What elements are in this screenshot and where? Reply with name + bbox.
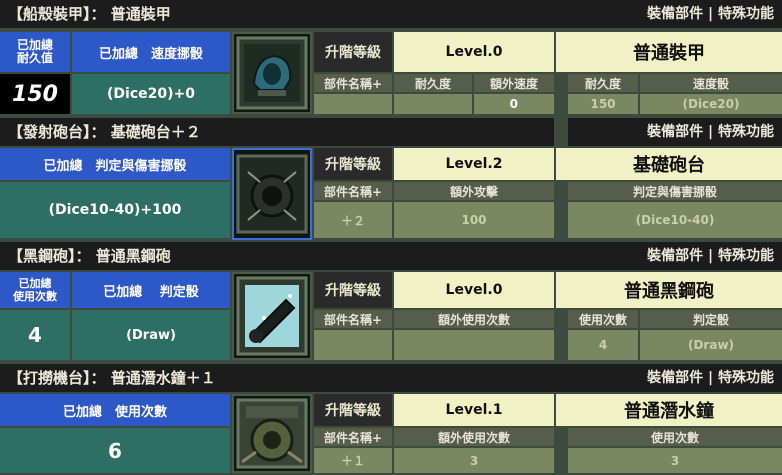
right-value-judge-dice: (Draw) [640, 330, 782, 360]
sub-value-extra-speed: 0 [474, 94, 554, 114]
sub-header-extra-speed: 額外速度 [474, 74, 554, 92]
part-name: 普通潛水鐘 [556, 394, 782, 426]
upgrade-label: 升階等級 [314, 272, 392, 308]
section-cannon-turret: 【發射砲台】： 基礎砲台＋２ 裝備部件 | 特殊功能 已加總 判定與傷害挪骰 (… [0, 118, 782, 242]
section-title: 【船殼裝甲】： 普通裝甲 [8, 5, 171, 23]
total-uses-label: 已加總 使用次數 [0, 394, 230, 426]
equipment-sheet: 【船殼裝甲】： 普通裝甲 裝備部件 | 特殊功能 已加總 耐久值 已加總 速度挪… [0, 0, 782, 475]
sub-header-extra-uses: 額外使用次數 [394, 310, 554, 328]
sub-header-part-name: 部件名稱+ [314, 310, 392, 328]
sub-value-part-name [314, 94, 392, 114]
upgrade-label: 升階等級 [314, 148, 392, 180]
section-header: 【發射砲台】： 基礎砲台＋２ 裝備部件 | 特殊功能 [0, 118, 782, 146]
total-speed-value: (Dice20)+0 [72, 74, 230, 114]
equipment-special-link[interactable]: 裝備部件 | 特殊功能 [647, 369, 774, 387]
right-header-uses: 使用次數 [568, 310, 638, 328]
total-uses-label: 已加總 使用次數 [0, 272, 70, 308]
part-name: 普通裝甲 [556, 32, 782, 72]
hull-armor-icon[interactable] [232, 32, 312, 114]
total-uses-value: 4 [0, 310, 70, 360]
level-value: Level.2 [394, 148, 554, 180]
right-value-durability: 150 [568, 94, 638, 114]
upgrade-label: 升階等級 [314, 32, 392, 72]
right-value-uses: 4 [568, 330, 638, 360]
total-durability-label: 已加總 耐久值 [0, 32, 70, 72]
total-durability-value: 150 [0, 74, 70, 114]
cannon-turret-icon-art [236, 154, 308, 234]
black-steel-cannon-icon-art [236, 276, 308, 356]
right-header-uses: 使用次數 [568, 428, 782, 446]
diving-bell-icon[interactable] [232, 394, 312, 473]
total-judge-dice-label: 已加總 判定骰 [72, 272, 230, 308]
total-judge-dice-value: (Draw) [72, 310, 230, 360]
equipment-special-link[interactable]: 裝備部件 | 特殊功能 [647, 247, 774, 265]
total-hit-damage-value: (Dice10-40)+100 [0, 182, 230, 238]
level-value: Level.0 [394, 32, 554, 72]
black-steel-cannon-icon[interactable] [232, 272, 312, 360]
sub-value-extra-attack: 100 [394, 202, 554, 238]
sub-value-part-name [314, 330, 392, 360]
right-value-uses: 3 [568, 448, 782, 473]
section-black-steel-cannon: 【黑鋼砲】： 普通黑鋼砲 裝備部件 | 特殊功能 已加總 使用次數 已加總 判定… [0, 242, 782, 364]
right-value-hit-damage: (Dice10-40) [568, 202, 782, 238]
sub-value-extra-uses [394, 330, 554, 360]
sub-header-durability: 耐久度 [394, 74, 472, 92]
section-title: 【打撈機台】： 普通潛水鐘＋１ [8, 369, 216, 387]
upgrade-label: 升階等級 [314, 394, 392, 426]
section-hull-armor: 【船殼裝甲】： 普通裝甲 裝備部件 | 特殊功能 已加總 耐久值 已加總 速度挪… [0, 0, 782, 118]
sub-header-part-name: 部件名稱+ [314, 428, 392, 446]
total-speed-label: 已加總 速度挪骰 [72, 32, 230, 72]
sub-value-part-name: ＋２ [314, 202, 392, 238]
level-value: Level.0 [394, 272, 554, 308]
section-salvage-rig: 【打撈機台】： 普通潛水鐘＋１ 裝備部件 | 特殊功能 已加總 使用次數 6 升… [0, 364, 782, 475]
equipment-special-link[interactable]: 裝備部件 | 特殊功能 [647, 123, 774, 141]
right-header-durability: 耐久度 [568, 74, 638, 92]
sub-header-part-name: 部件名稱+ [314, 182, 392, 200]
level-value: Level.1 [394, 394, 554, 426]
sub-header-extra-uses: 額外使用次數 [394, 428, 554, 446]
equipment-special-link[interactable]: 裝備部件 | 特殊功能 [647, 5, 774, 23]
sub-value-extra-uses: 3 [394, 448, 554, 473]
sub-header-extra-attack: 額外攻擊 [394, 182, 554, 200]
section-header: 【打撈機台】： 普通潛水鐘＋１ 裝備部件 | 特殊功能 [0, 364, 782, 392]
header-divider [554, 118, 568, 146]
right-header-speed-dice: 速度骰 [640, 74, 782, 92]
sub-header-part-name: 部件名稱+ [314, 74, 392, 92]
section-title: 【發射砲台】： 基礎砲台＋２ [8, 123, 201, 141]
sub-value-part-name: ＋１ [314, 448, 392, 473]
total-uses-value: 6 [0, 428, 230, 473]
section-header: 【黑鋼砲】： 普通黑鋼砲 裝備部件 | 特殊功能 [0, 242, 782, 270]
hull-armor-icon-art [236, 36, 308, 110]
cannon-turret-icon[interactable] [232, 148, 312, 240]
section-title: 【黑鋼砲】： 普通黑鋼砲 [8, 247, 171, 265]
sub-value-durability [394, 94, 472, 114]
section-header: 【船殼裝甲】： 普通裝甲 裝備部件 | 特殊功能 [0, 0, 782, 28]
right-header-hit-damage: 判定與傷害挪骰 [568, 182, 782, 200]
right-header-judge-dice: 判定骰 [640, 310, 782, 328]
part-name: 基礎砲台 [556, 148, 782, 180]
part-name: 普通黑鋼砲 [556, 272, 782, 308]
diving-bell-icon-art [236, 398, 308, 469]
right-value-speed-dice: (Dice20) [640, 94, 782, 114]
total-hit-damage-label: 已加總 判定與傷害挪骰 [0, 148, 230, 180]
